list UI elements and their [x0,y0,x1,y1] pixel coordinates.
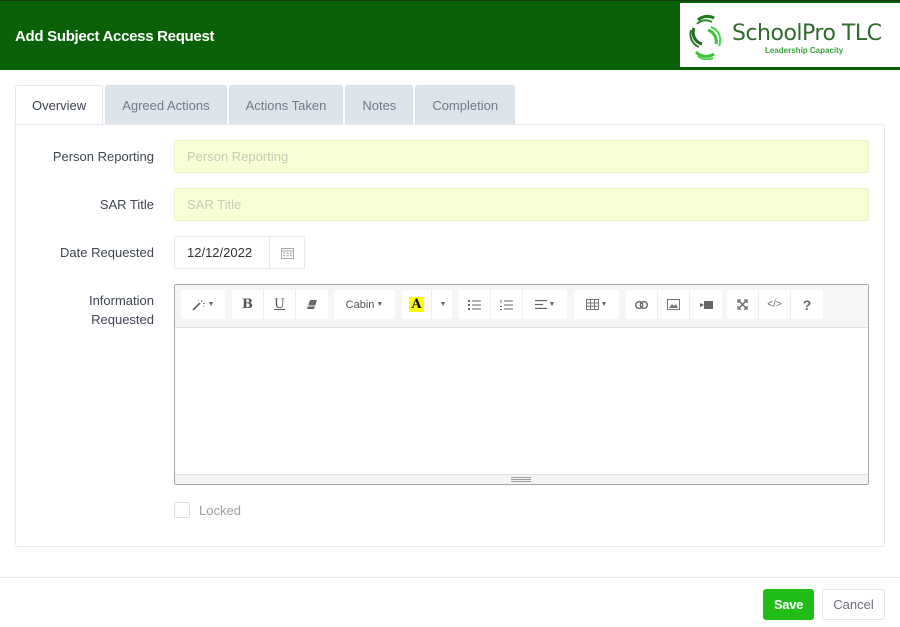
paragraph-align-button[interactable]: ▼ [523,290,567,319]
help-button[interactable]: ? [791,290,823,319]
fullscreen-icon [737,299,748,310]
tab-actions-taken[interactable]: Actions Taken [228,85,344,125]
code-view-button[interactable]: </> [759,290,791,319]
resize-grip-icon [511,477,531,482]
modal-title: Add Subject Access Request [15,28,215,45]
style-button[interactable]: ▼ [181,290,225,319]
calendar-button[interactable] [270,237,304,268]
sar-title-input[interactable] [174,188,869,221]
insert-video-button[interactable] [690,290,722,319]
chevron-down-icon: ▼ [439,301,447,308]
magic-wand-icon [191,299,205,311]
date-requested-input[interactable]: 12/12/2022 [175,237,270,268]
font-family-value: Cabin [345,298,375,311]
modal-header: Add Subject Access Request SchoolPro TLC… [0,0,900,70]
image-icon [667,299,680,310]
bold-button[interactable]: B [232,290,264,319]
table-button[interactable]: ▼ [574,290,619,319]
bullet-list-icon [468,299,481,310]
highlight-color-button[interactable]: A [402,290,432,319]
tab-overview[interactable]: Overview [15,85,104,125]
logo-swirl-icon [689,14,722,60]
align-left-icon [534,300,547,309]
rich-text-editor: ▼ B U Cabin ▼ A ▼ ▼ ▼ </> ? [174,284,869,485]
person-reporting-label: Person Reporting [52,149,154,164]
locked-checkbox[interactable] [174,502,190,518]
table-icon [585,299,599,310]
information-requested-editable[interactable] [175,328,868,474]
person-reporting-input[interactable] [174,140,869,173]
tab-bar: Overview Agreed Actions Actions Taken No… [15,85,517,125]
fullscreen-button[interactable] [727,290,759,319]
clear-format-button[interactable] [296,290,328,319]
information-requested-label-line1: Information [88,293,154,308]
link-icon [635,300,648,309]
footer-divider [0,577,900,578]
font-family-dropdown[interactable]: Cabin ▼ [334,290,395,319]
information-requested-label-line2: Requested [91,312,154,327]
tab-notes[interactable]: Notes [345,85,414,125]
calendar-icon [280,247,294,259]
editor-resize-handle[interactable] [175,474,868,484]
video-icon [699,300,713,309]
editor-toolbar: ▼ B U Cabin ▼ A ▼ ▼ ▼ </> ? [175,285,868,328]
insert-link-button[interactable] [626,290,658,319]
schoolpro-logo: SchoolPro TLC Leadership Capacity [680,3,900,69]
locked-label[interactable]: Locked [199,503,241,518]
date-requested-picker: 12/12/2022 [174,236,305,269]
logo-name: SchoolPro TLC [732,21,882,46]
date-requested-label: Date Requested [60,245,154,260]
tab-agreed-actions[interactable]: Agreed Actions [105,85,227,125]
cancel-button[interactable]: Cancel [822,589,885,620]
bullet-list-button[interactable] [459,290,491,319]
eraser-icon [307,300,317,309]
highlight-color-icon: A [409,297,424,312]
sar-title-label: SAR Title [99,197,154,212]
save-button[interactable]: Save [763,589,814,620]
information-requested-label: Information Requested [89,291,154,329]
tab-completion[interactable]: Completion [415,85,516,125]
insert-image-button[interactable] [658,290,690,319]
numbered-list-button[interactable] [491,290,523,319]
locked-checkbox-group: Locked [174,502,241,518]
numbered-list-icon [500,299,513,310]
highlight-color-dropdown[interactable]: ▼ [432,290,452,319]
underline-button[interactable]: U [264,290,296,319]
logo-tagline: Leadership Capacity [765,46,844,55]
